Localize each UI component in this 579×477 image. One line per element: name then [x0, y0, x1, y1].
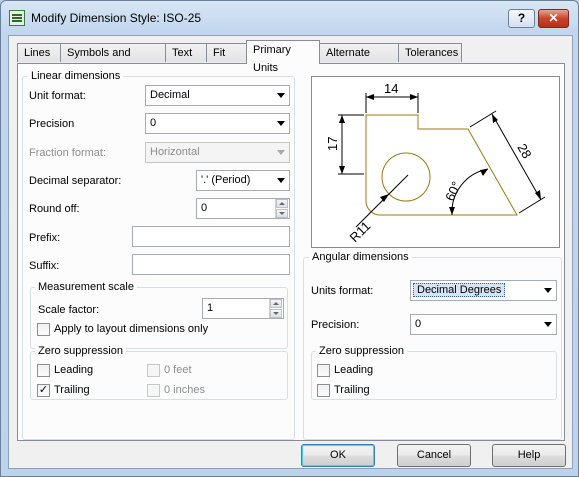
dim-60-arrow-bottom	[449, 207, 455, 215]
help-button[interactable]: Help	[492, 444, 566, 467]
autocad-app-icon	[9, 10, 25, 26]
measurement-scale-legend: Measurement scale	[35, 281, 137, 293]
r11-text: R11	[347, 218, 374, 245]
scale-factor-label: Scale factor:	[38, 304, 100, 316]
linear-trailing-checkbox[interactable]: ✓	[37, 384, 50, 397]
round-off-value: 0	[201, 202, 208, 214]
angular-leading-checkbox[interactable]	[317, 364, 330, 377]
zero-suppression-angular-legend: Zero suppression	[316, 345, 407, 357]
preview-shape-outline	[365, 114, 518, 216]
dim-14-arrow-left	[366, 94, 374, 100]
tab-lines[interactable]: Lines	[17, 43, 61, 62]
close-button[interactable]: ✕	[538, 9, 569, 28]
precision-dropdown[interactable]: 0	[145, 113, 290, 134]
angular-precision-value: 0	[415, 318, 422, 330]
cancel-button[interactable]: Cancel	[397, 444, 471, 467]
prefix-input[interactable]	[132, 226, 290, 247]
title-bar: Modify Dimension Style: ISO-25 ? ✕	[1, 1, 578, 35]
units-format-value: Decimal Degrees	[413, 283, 506, 297]
tab-alternate-units[interactable]: Alternate Units	[319, 43, 399, 77]
dim-28-arrow-top	[492, 114, 498, 123]
linear-dimensions-legend: Linear dimensions	[28, 70, 124, 82]
round-off-spinner[interactable]: 0	[196, 198, 290, 219]
inches-label: 0 inches	[164, 384, 205, 396]
round-off-label: Round off:	[29, 203, 80, 215]
tab-fit[interactable]: Fit	[206, 43, 247, 62]
decimal-separator-label: Decimal separator:	[29, 175, 122, 187]
suffix-input[interactable]	[132, 254, 290, 275]
linear-leading-label: Leading	[54, 364, 94, 376]
angular-trailing-checkbox[interactable]	[317, 384, 330, 397]
title-help-button[interactable]: ?	[508, 9, 535, 28]
spin-up-icon[interactable]	[276, 199, 288, 208]
scale-factor-value: 1	[207, 302, 214, 314]
dim-14-text: 14	[384, 81, 398, 96]
dim-60-text: 60°	[442, 179, 464, 203]
chevron-down-icon	[277, 150, 285, 155]
linear-leading-checkbox[interactable]	[37, 364, 50, 377]
check-icon: ✓	[38, 384, 49, 396]
unit-format-dropdown[interactable]: Decimal	[145, 85, 290, 106]
chevron-down-icon	[544, 322, 552, 327]
r11-arrow	[380, 194, 389, 202]
spin-up-icon[interactable]	[270, 299, 282, 308]
dialog-client-area: Lines Symbols and Arrows Text Fit Primar…	[8, 35, 573, 469]
angular-leading-label: Leading	[334, 364, 374, 376]
angular-dimensions-legend: Angular dimensions	[309, 251, 412, 263]
fraction-format-label: Fraction format:	[29, 147, 107, 159]
dim-14-arrow-right	[410, 94, 418, 100]
decimal-separator-value: '.' (Period)	[201, 174, 251, 186]
dialog-window: Modify Dimension Style: ISO-25 ? ✕ Lines…	[0, 0, 579, 477]
unit-format-value: Decimal	[150, 89, 190, 101]
dimension-preview: 14 17 28 60° R11	[311, 76, 560, 248]
prefix-label: Prefix:	[29, 232, 61, 244]
zero-suppression-linear-legend: Zero suppression	[35, 345, 126, 357]
scale-factor-spinner[interactable]: 1	[202, 298, 284, 319]
suffix-label: Suffix:	[29, 260, 60, 272]
round-off-spin-buttons[interactable]	[275, 199, 289, 218]
dim-17-arrow-bottom	[339, 166, 345, 174]
dim-60-arrow-top	[480, 169, 488, 176]
fraction-format-value: Horizontal	[150, 146, 200, 158]
feet-checkbox[interactable]	[147, 364, 160, 377]
inches-checkbox[interactable]	[147, 384, 160, 397]
angular-trailing-label: Trailing	[334, 384, 370, 396]
tab-symbols-and-arrows[interactable]: Symbols and Arrows	[60, 43, 166, 77]
primary-units-panel: Linear dimensions Unit format: Decimal P…	[17, 63, 565, 441]
scale-factor-spin-buttons[interactable]	[269, 299, 283, 318]
chevron-down-icon	[277, 93, 285, 98]
precision-label: Precision	[29, 118, 75, 130]
preview-drawing: 14 17 28 60° R11	[325, 81, 546, 245]
chevron-down-icon	[277, 121, 285, 126]
dim-17-text: 17	[325, 137, 340, 151]
apply-layout-label: Apply to layout dimensions only	[54, 323, 209, 335]
spin-down-icon[interactable]	[276, 209, 288, 218]
tab-primary-units[interactable]: Primary Units	[246, 40, 320, 74]
feet-label: 0 feet	[164, 364, 192, 376]
chevron-down-icon	[544, 288, 552, 293]
precision-value: 0	[150, 117, 157, 129]
window-title: Modify Dimension Style: ISO-25	[31, 11, 202, 25]
tab-tolerances[interactable]: Tolerances	[398, 43, 462, 62]
dim-28-line	[491, 113, 542, 201]
units-format-label: Units format:	[311, 285, 374, 297]
angular-precision-label: Precision:	[311, 319, 360, 331]
dim-28-ext-top	[469, 110, 497, 128]
r11-leader	[355, 174, 409, 228]
dim-17-arrow-top	[339, 115, 345, 123]
units-format-dropdown[interactable]: Decimal Degrees	[410, 280, 557, 301]
spin-down-icon[interactable]	[270, 309, 282, 318]
tab-text[interactable]: Text	[165, 43, 207, 62]
fraction-format-dropdown[interactable]: Horizontal	[145, 142, 290, 163]
unit-format-label: Unit format:	[29, 90, 86, 102]
linear-trailing-label: Trailing	[54, 384, 90, 396]
chevron-down-icon	[277, 178, 285, 183]
decimal-separator-dropdown[interactable]: '.' (Period)	[196, 170, 290, 191]
ok-button[interactable]: OK	[301, 444, 375, 467]
angular-precision-dropdown[interactable]: 0	[410, 314, 557, 335]
apply-layout-checkbox[interactable]	[37, 323, 50, 336]
